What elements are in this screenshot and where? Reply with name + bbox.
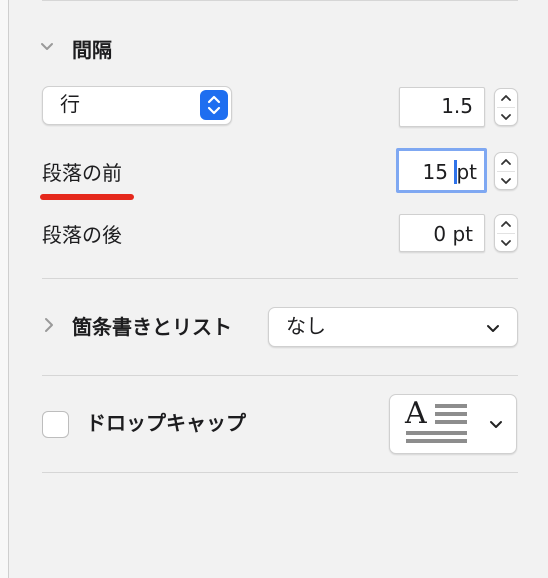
spacing-section-title[interactable]: 間隔	[72, 38, 112, 62]
popup-arrows-icon	[200, 90, 228, 120]
space-before-label: 段落の前	[42, 161, 122, 185]
space-before-number: 15	[422, 160, 448, 184]
chevron-down-icon[interactable]	[40, 38, 54, 58]
divider-spacing	[42, 278, 518, 279]
chevron-down-icon	[490, 421, 502, 428]
stepper-up-icon[interactable]	[500, 219, 512, 229]
space-after-field[interactable]: 0 pt	[399, 214, 485, 252]
line-spacing-value: 1.5	[441, 94, 473, 118]
line-spacing-mode-value: 行	[60, 92, 80, 116]
space-after-value: 0 pt	[433, 222, 473, 246]
space-after-label: 段落の後	[42, 223, 122, 247]
dropcap-label[interactable]: ドロップキャップ	[86, 411, 246, 435]
divider-bullets	[42, 375, 518, 376]
space-before-unit: pt	[456, 160, 477, 184]
bullets-style-popup[interactable]: なし	[268, 307, 518, 347]
line-spacing-field[interactable]: 1.5	[399, 87, 485, 127]
stepper-down-icon[interactable]	[500, 112, 512, 122]
chevron-right-icon[interactable]	[42, 317, 56, 338]
line-spacing-stepper[interactable]	[494, 88, 518, 126]
dropcap-preview-letter: A	[405, 396, 427, 431]
annotation-underline	[40, 194, 134, 200]
stepper-up-icon[interactable]	[500, 93, 512, 103]
bullets-style-value: なし	[286, 314, 326, 338]
stepper-down-icon[interactable]	[500, 176, 512, 186]
dropcap-checkbox[interactable]	[42, 411, 69, 438]
dropcap-style-popup[interactable]: A	[389, 394, 517, 454]
stepper-down-icon[interactable]	[500, 238, 512, 248]
divider-dropcap	[42, 472, 518, 473]
space-before-stepper[interactable]	[494, 152, 518, 190]
space-after-stepper[interactable]	[494, 214, 518, 252]
chevron-down-icon	[487, 325, 499, 332]
bullets-section-title[interactable]: 箇条書きとリスト	[72, 315, 232, 339]
line-spacing-mode-popup[interactable]: 行	[42, 86, 232, 125]
dropcap-preview-icon: A	[405, 396, 471, 448]
divider-top	[42, 0, 518, 1]
sidebar-edge	[0, 0, 9, 578]
space-before-field[interactable]: 15 pt	[396, 148, 487, 193]
stepper-up-icon[interactable]	[500, 157, 512, 167]
